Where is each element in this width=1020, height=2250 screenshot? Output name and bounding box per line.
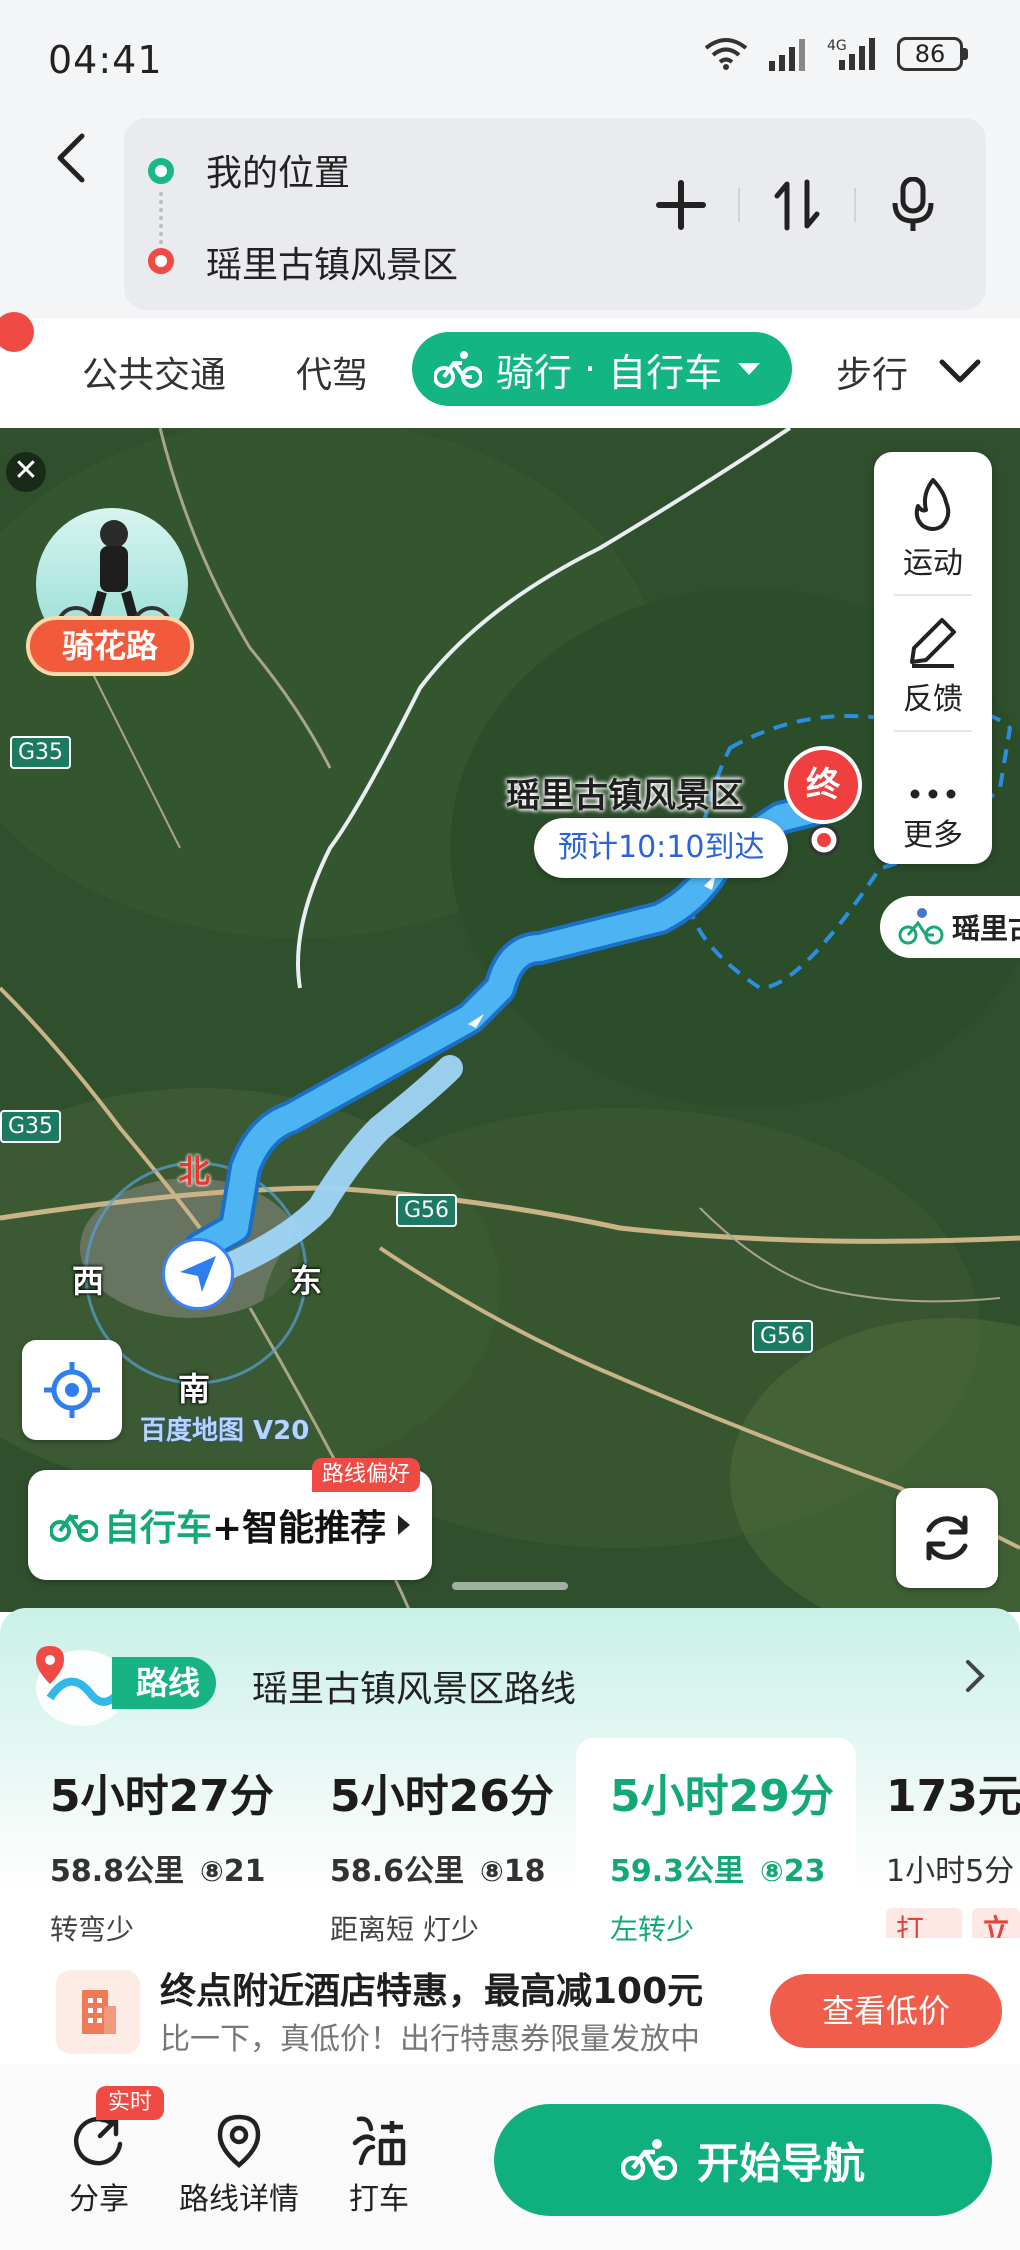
tab-cycling[interactable]: 骑行 · 自行车 xyxy=(412,332,792,406)
status-time: 04:41 xyxy=(48,38,163,82)
pencil-icon xyxy=(910,618,956,668)
route-detail-button[interactable]: 路线详情 xyxy=(174,2108,304,2218)
battery-level: 86 xyxy=(897,37,963,71)
signal-4g-icon: 4G xyxy=(827,38,875,70)
poi-chip[interactable]: 瑶里古 xyxy=(880,896,1020,958)
compass-west: 西 xyxy=(72,1262,105,1300)
crosshair-icon xyxy=(44,1362,100,1418)
chevron-right-icon xyxy=(966,1660,985,1692)
travel-mode-tabs: 公共交通 代驾 骑行 · 自行车 步行 xyxy=(0,318,1020,428)
route-collection-row[interactable]: 路线 瑶里古镇风景区路线 xyxy=(30,1628,990,1728)
route-options: 5小时27分 58.8公里 ⑧21 转弯少 5小时26分 58.6公里 ⑧18 距离… xyxy=(16,1738,1020,1946)
map-view[interactable]: ✕ 骑花路 运动 反馈 更多 瑶里古镇风景区 预计10:10到达 终 瑶里 G3… xyxy=(0,428,1020,1612)
hotel-icon xyxy=(56,1970,140,2054)
view-low-price-button[interactable]: 查看低价 xyxy=(770,1974,1002,2048)
promo-label: 骑花路 xyxy=(26,616,194,676)
compass-east: 东 xyxy=(290,1262,323,1300)
tab-walk[interactable]: 步行 xyxy=(836,346,908,398)
origin-field[interactable]: 我的位置 xyxy=(206,144,350,196)
route-option-selected[interactable]: 5小时29分 59.3公里 ⑧23 左转少 xyxy=(576,1738,856,1946)
flame-icon xyxy=(914,478,951,531)
microphone-icon xyxy=(892,177,934,231)
start-navigation-button[interactable]: 开始导航 xyxy=(494,2104,992,2216)
feedback-button[interactable]: 反馈 xyxy=(874,596,992,730)
swap-button[interactable] xyxy=(754,162,840,248)
caret-down-icon xyxy=(738,363,761,375)
chevron-left-icon xyxy=(57,133,85,183)
sport-button[interactable]: 运动 xyxy=(874,460,992,594)
route-option[interactable]: 5小时27分 58.8公里 ⑧21 转弯少 xyxy=(16,1738,296,1946)
bottom-action-bar: 分享 实时 路线详情 打车 开始导航 xyxy=(0,2064,1020,2250)
taxi-option[interactable]: 173元 1小时5分 打车 立 xyxy=(856,1738,1020,1938)
share-icon xyxy=(73,2116,123,2166)
hotel-promo-subtitle: 比一下，真低价！出行特惠券限量发放中 xyxy=(160,2022,700,2057)
compass-north: 北 xyxy=(178,1152,211,1190)
hotel-promo-banner[interactable]: 终点附近酒店特惠，最高减100元 比一下，真低价！出行特惠券限量发放中 查看低价 xyxy=(0,1948,1020,2068)
road-shield-g56: G56 xyxy=(396,1194,458,1227)
route-badge: 路线 xyxy=(112,1657,217,1709)
svg-text:4G: 4G xyxy=(827,38,847,54)
route-sheet: 路线 瑶里古镇风景区路线 5小时27分 58.8公里 ⑧21 转弯少 5小时26分… xyxy=(0,1608,1020,2250)
route-preference-badge: 路线偏好 xyxy=(312,1458,421,1492)
end-dot-icon xyxy=(148,248,174,274)
taxi-button[interactable]: 打车 xyxy=(344,2108,414,2218)
share-button[interactable]: 分享 xyxy=(64,2108,134,2218)
chevron-down-icon xyxy=(939,359,981,383)
destination-map-label: 瑶里古镇风景区 xyxy=(506,776,744,816)
traffic-light-icon: ⑧ xyxy=(760,1855,784,1888)
locate-me-button[interactable] xyxy=(22,1340,122,1440)
traffic-light-icon: ⑧ xyxy=(480,1855,504,1888)
status-bar: 04:41 4G 86 xyxy=(0,0,1020,118)
sheet-drag-handle[interactable] xyxy=(452,1582,568,1590)
bicycle-icon xyxy=(434,351,482,388)
map-watermark: 百度地图 V20 xyxy=(140,1416,310,1446)
bicycle-icon xyxy=(620,2139,677,2181)
back-button[interactable] xyxy=(40,118,100,198)
road-shield-g56: G56 xyxy=(752,1320,814,1353)
cycling-promo[interactable]: 骑花路 xyxy=(26,508,196,678)
tab-expand-button[interactable] xyxy=(930,342,990,402)
tab-designated-driver[interactable]: 代驾 xyxy=(296,346,368,398)
current-location-marker xyxy=(162,1238,234,1310)
add-waypoint-button[interactable] xyxy=(638,162,724,248)
compass-south: 南 xyxy=(178,1370,211,1408)
road-shield-g35: G35 xyxy=(10,736,72,769)
caret-right-icon xyxy=(398,1515,411,1535)
signal-icon xyxy=(769,39,805,71)
route-option[interactable]: 5小时26分 58.6公里 ⑧18 距离短 灯少 xyxy=(296,1738,576,1946)
destination-field[interactable]: 瑶里古镇风景区 xyxy=(206,236,458,288)
more-dots-icon xyxy=(910,789,956,799)
tab-cycling-label: 骑行 xyxy=(496,350,573,395)
status-icons: 4G 86 xyxy=(703,36,968,72)
wifi-icon xyxy=(704,38,748,70)
route-collection-title: 瑶里古镇风景区路线 xyxy=(252,1669,577,1710)
refresh-route-button[interactable] xyxy=(896,1488,998,1588)
pin-dot-icon xyxy=(808,824,840,856)
battery-indicator: 86 xyxy=(897,37,968,71)
tab-public-transit[interactable]: 公共交通 xyxy=(82,346,226,398)
refresh-icon xyxy=(926,1515,968,1561)
tab-cycling-sub: 自行车 xyxy=(608,350,723,395)
navigation-arrow-icon xyxy=(180,1256,216,1292)
live-badge: 实时 xyxy=(96,2086,165,2120)
plus-icon xyxy=(656,180,706,230)
more-button[interactable]: 更多 xyxy=(874,732,992,866)
taxi-icon xyxy=(352,2116,406,2166)
traffic-light-icon: ⑧ xyxy=(200,1855,224,1888)
road-shield-g35: G35 xyxy=(0,1110,62,1143)
bicycle-icon xyxy=(50,1513,98,1542)
start-dot-icon xyxy=(148,158,174,184)
route-input-box: 我的位置 瑶里古镇风景区 xyxy=(124,118,986,310)
hotel-promo-title: 终点附近酒店特惠，最高减100元 xyxy=(160,1971,704,2012)
location-pin-icon xyxy=(217,2114,261,2168)
bicycle-rider-icon xyxy=(898,908,944,945)
map-side-panel: 运动 反馈 更多 xyxy=(874,452,992,864)
swap-icon xyxy=(774,179,820,231)
eta-chip: 预计10:10到达 xyxy=(534,818,789,878)
voice-button[interactable] xyxy=(870,162,956,248)
end-marker[interactable]: 终 xyxy=(784,746,864,856)
close-promo-button[interactable]: ✕ xyxy=(6,452,46,492)
